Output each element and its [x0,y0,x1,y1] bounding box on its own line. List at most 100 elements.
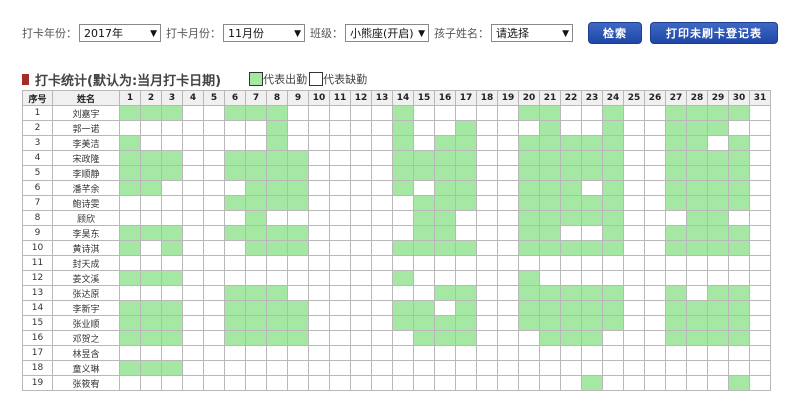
attendance-cell-absent [308,135,330,151]
attendance-cell-present [287,150,309,166]
attendance-cell-absent [308,180,330,196]
row-index: 7 [22,195,53,211]
attendance-cell-absent [350,150,372,166]
attendance-cell-present [539,300,561,316]
table-row: 5 李顺静 [22,165,771,181]
attendance-cell-absent [476,225,498,241]
attendance-cell-absent [539,360,561,376]
attendance-cell-absent [476,300,498,316]
attendance-cell-absent [413,345,435,361]
child-select[interactable]: 请选择 ▼ [491,24,573,42]
attendance-cell-absent [392,210,414,226]
attendance-cell-absent [749,255,771,271]
day-header-24: 24 [602,90,624,106]
attendance-cell-present [266,120,288,136]
attendance-cell-present [119,105,141,121]
attendance-cell-absent [140,240,162,256]
attendance-cell-absent [161,285,183,301]
attendance-cell-absent [329,195,351,211]
day-header-18: 18 [476,90,498,106]
attendance-cell-present [266,105,288,121]
table-row: 15 张业顺 [22,315,771,331]
attendance-cell-absent [413,285,435,301]
row-index: 10 [22,240,53,256]
attendance-cell-absent [308,345,330,361]
attendance-cell-absent [518,120,540,136]
attendance-cell-present [665,315,687,331]
attendance-cell-absent [182,150,204,166]
attendance-cell-present [161,270,183,286]
year-select[interactable]: 2017年 ▼ [79,24,161,42]
table-row: 12 姜文溪 [22,270,771,286]
attendance-cell-absent [308,105,330,121]
attendance-cell-absent [350,345,372,361]
attendance-cell-present [161,315,183,331]
attendance-cell-absent [287,360,309,376]
attendance-cell-present [392,300,414,316]
attendance-cell-absent [728,210,750,226]
attendance-cell-absent [119,345,141,361]
print-unswiped-button[interactable]: 打印未刷卡登记表 [650,22,778,44]
attendance-cell-absent [623,210,645,226]
attendance-cell-present [707,300,729,316]
attendance-cell-absent [476,150,498,166]
attendance-cell-present [266,330,288,346]
attendance-cell-present [728,195,750,211]
month-select[interactable]: 11月份 ▼ [223,24,305,42]
attendance-cell-present [413,150,435,166]
attendance-cell-absent [182,180,204,196]
day-header-25: 25 [623,90,645,106]
attendance-cell-absent [329,270,351,286]
attendance-cell-absent [497,270,519,286]
attendance-cell-absent [245,120,267,136]
attendance-cell-present [728,375,750,391]
attendance-cell-present [686,240,708,256]
attendance-cell-absent [623,165,645,181]
attendance-cell-absent [350,300,372,316]
attendance-cell-absent [140,120,162,136]
attendance-cell-absent [518,345,540,361]
attendance-cell-absent [224,345,246,361]
attendance-cell-absent [476,120,498,136]
attendance-cell-present [539,120,561,136]
day-header-13: 13 [371,90,393,106]
attendance-cell-absent [350,195,372,211]
attendance-cell-absent [371,165,393,181]
day-header-22: 22 [560,90,582,106]
table-row: 17 林昱含 [22,345,771,361]
attendance-cell-absent [434,375,456,391]
attendance-cell-present [434,165,456,181]
attendance-cell-absent [392,375,414,391]
attendance-cell-present [539,315,561,331]
attendance-cell-absent [539,345,561,361]
attendance-cell-absent [182,330,204,346]
attendance-cell-absent [497,225,519,241]
day-header-31: 31 [749,90,771,106]
attendance-cell-absent [308,210,330,226]
day-header-8: 8 [266,90,288,106]
attendance-cell-absent [308,360,330,376]
class-select[interactable]: 小熊座(开启) ▼ [345,24,429,42]
attendance-cell-present [518,225,540,241]
attendance-cell-absent [644,225,666,241]
attendance-cell-absent [455,225,477,241]
attendance-cell-absent [287,255,309,271]
attendance-cell-absent [665,360,687,376]
attendance-cell-present [707,210,729,226]
row-index: 4 [22,150,53,166]
attendance-cell-present [119,300,141,316]
attendance-cell-absent [623,315,645,331]
row-index: 8 [22,210,53,226]
child-name: 刘嘉宇 [52,105,120,121]
search-button[interactable]: 检索 [588,22,642,44]
attendance-cell-present [140,270,162,286]
attendance-cell-absent [371,150,393,166]
attendance-cell-absent [266,375,288,391]
attendance-cell-present [245,195,267,211]
attendance-cell-absent [497,165,519,181]
child-name: 封天成 [52,255,120,271]
attendance-cell-present [665,165,687,181]
attendance-cell-present [602,105,624,121]
attendance-cell-absent [287,135,309,151]
attendance-cell-absent [308,330,330,346]
